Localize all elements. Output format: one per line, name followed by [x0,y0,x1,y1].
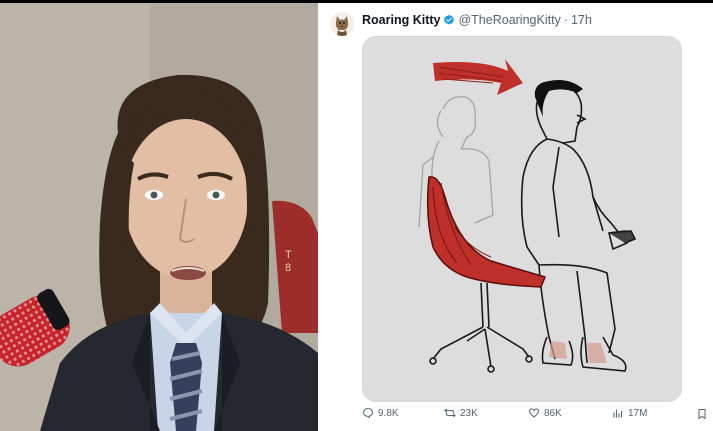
tweet-media-image[interactable] [362,36,682,402]
like-count: 86K [544,407,562,419]
bookmark-button[interactable] [696,407,708,425]
chair-recline-illustration [363,37,681,401]
views-button[interactable]: 17M [612,407,647,419]
bookmark-icon [698,409,706,420]
kitten-icon [330,12,354,36]
reply-count: 9.8K [378,407,399,419]
chair-logo-text: T [285,249,292,261]
views-chart-icon [613,409,623,418]
like-button[interactable]: 86K [528,407,562,419]
display-name[interactable]: Roaring Kitty [362,13,440,27]
svg-text:8: 8 [285,262,291,274]
retweet-button[interactable]: 23K [444,407,478,419]
retweet-icon [444,408,456,418]
user-handle[interactable]: @TheRoaringKitty [458,13,560,27]
tweet-header: Roaring Kitty @TheRoaringKitty · 17h [362,11,592,29]
view-count: 17M [628,407,648,419]
tweet[interactable]: Roaring Kitty @TheRoaringKitty · 17h 9.8… [318,3,713,431]
avatar[interactable] [330,12,354,36]
separator-dot: · [563,13,568,27]
tweet-actions: 9.8K 23K 86K 17M [362,407,708,423]
video-frame: T 8 [0,3,318,431]
verified-badge-icon [444,14,455,25]
reply-icon [362,407,374,419]
timestamp[interactable]: 17h [571,13,592,27]
retweet-count: 23K [460,407,478,419]
speaker-video-image: T 8 [0,3,318,431]
heart-icon [528,408,540,418]
reply-button[interactable]: 9.8K [362,407,399,419]
